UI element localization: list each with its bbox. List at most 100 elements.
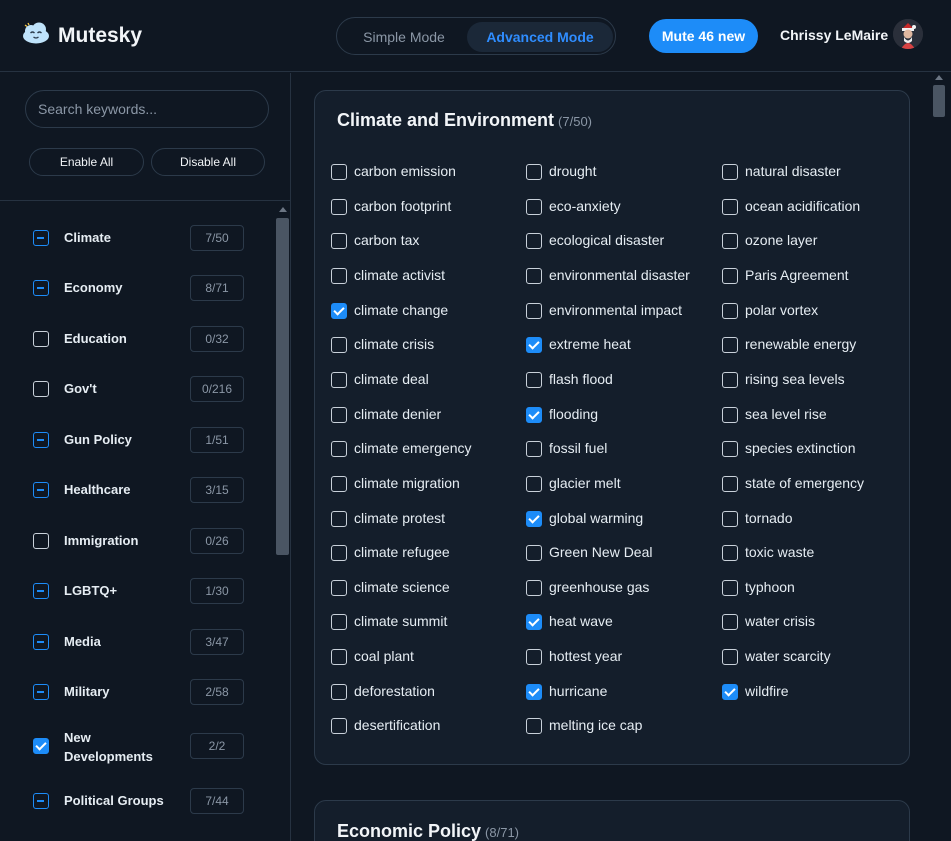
keyword-checkbox[interactable] bbox=[331, 337, 347, 353]
keyword-checkbox[interactable] bbox=[722, 199, 738, 215]
keyword-option[interactable]: toxic waste bbox=[722, 543, 907, 563]
keyword-option[interactable]: tornado bbox=[722, 509, 907, 529]
keyword-option[interactable]: deforestation bbox=[331, 682, 516, 702]
keyword-option[interactable]: extreme heat bbox=[526, 335, 711, 355]
keyword-checkbox[interactable] bbox=[722, 268, 738, 284]
keyword-option[interactable]: melting ice cap bbox=[526, 716, 711, 736]
keyword-checkbox[interactable] bbox=[331, 372, 347, 388]
category-item[interactable]: Political Groups 7/44 bbox=[0, 776, 276, 826]
keyword-option[interactable]: water crisis bbox=[722, 612, 907, 632]
category-item[interactable]: New Developments 2/2 bbox=[0, 721, 276, 771]
keyword-checkbox[interactable] bbox=[526, 337, 542, 353]
keyword-checkbox[interactable] bbox=[331, 268, 347, 284]
mute-new-button[interactable]: Mute 46 new bbox=[649, 19, 758, 53]
keyword-option[interactable]: eco-anxiety bbox=[526, 197, 711, 217]
category-checkbox[interactable] bbox=[33, 230, 49, 246]
keyword-option[interactable]: renewable energy bbox=[722, 335, 907, 355]
category-checkbox[interactable] bbox=[33, 482, 49, 498]
keyword-checkbox[interactable] bbox=[526, 372, 542, 388]
keyword-checkbox[interactable] bbox=[722, 337, 738, 353]
keyword-checkbox[interactable] bbox=[722, 407, 738, 423]
category-item[interactable]: Gun Policy 1/51 bbox=[0, 415, 276, 465]
category-item[interactable]: Healthcare 3/15 bbox=[0, 465, 276, 515]
keyword-checkbox[interactable] bbox=[331, 441, 347, 457]
category-checkbox[interactable] bbox=[33, 793, 49, 809]
keyword-option[interactable]: species extinction bbox=[722, 439, 907, 459]
category-item[interactable]: LGBTQ+ 1/30 bbox=[0, 566, 276, 616]
keyword-checkbox[interactable] bbox=[722, 476, 738, 492]
keyword-checkbox[interactable] bbox=[526, 614, 542, 630]
keyword-option[interactable]: greenhouse gas bbox=[526, 578, 711, 598]
scroll-up-arrow-icon[interactable] bbox=[279, 207, 287, 212]
keyword-option[interactable]: climate migration bbox=[331, 474, 516, 494]
keyword-option[interactable]: desertification bbox=[331, 716, 516, 736]
keyword-option[interactable]: environmental disaster bbox=[526, 266, 711, 286]
keyword-option[interactable]: global warming bbox=[526, 509, 711, 529]
keyword-option[interactable]: flash flood bbox=[526, 370, 711, 390]
category-item[interactable]: Immigration 0/26 bbox=[0, 516, 276, 566]
keyword-option[interactable]: climate deal bbox=[331, 370, 516, 390]
keyword-checkbox[interactable] bbox=[331, 614, 347, 630]
keyword-option[interactable]: typhoon bbox=[722, 578, 907, 598]
keyword-option[interactable]: ozone layer bbox=[722, 231, 907, 251]
keyword-checkbox[interactable] bbox=[722, 614, 738, 630]
keyword-option[interactable]: hurricane bbox=[526, 682, 711, 702]
keyword-checkbox[interactable] bbox=[722, 233, 738, 249]
keyword-checkbox[interactable] bbox=[331, 303, 347, 319]
keyword-option[interactable]: rising sea levels bbox=[722, 370, 907, 390]
search-keywords-input[interactable] bbox=[25, 90, 269, 128]
keyword-option[interactable]: climate emergency bbox=[331, 439, 516, 459]
keyword-option[interactable]: climate activist bbox=[331, 266, 516, 286]
keyword-checkbox[interactable] bbox=[331, 580, 347, 596]
keyword-checkbox[interactable] bbox=[722, 303, 738, 319]
keyword-checkbox[interactable] bbox=[722, 684, 738, 700]
keyword-option[interactable]: Paris Agreement bbox=[722, 266, 907, 286]
keyword-option[interactable]: climate denier bbox=[331, 405, 516, 425]
category-checkbox[interactable] bbox=[33, 738, 49, 754]
keyword-option[interactable]: fossil fuel bbox=[526, 439, 711, 459]
keyword-checkbox[interactable] bbox=[722, 372, 738, 388]
category-checkbox[interactable] bbox=[33, 381, 49, 397]
keyword-checkbox[interactable] bbox=[331, 233, 347, 249]
keyword-option[interactable]: coal plant bbox=[331, 647, 516, 667]
main-scroll-thumb[interactable] bbox=[933, 85, 945, 117]
keyword-checkbox[interactable] bbox=[331, 199, 347, 215]
keyword-checkbox[interactable] bbox=[331, 545, 347, 561]
disable-all-button[interactable]: Disable All bbox=[151, 148, 265, 176]
keyword-option[interactable]: Green New Deal bbox=[526, 543, 711, 563]
keyword-option[interactable]: state of emergency bbox=[722, 474, 907, 494]
keyword-checkbox[interactable] bbox=[331, 476, 347, 492]
keyword-option[interactable]: climate refugee bbox=[331, 543, 516, 563]
keyword-checkbox[interactable] bbox=[526, 268, 542, 284]
category-checkbox[interactable] bbox=[33, 684, 49, 700]
keyword-checkbox[interactable] bbox=[331, 511, 347, 527]
category-item[interactable]: Economy 8/71 bbox=[0, 263, 276, 313]
keyword-checkbox[interactable] bbox=[526, 407, 542, 423]
keyword-option[interactable]: climate protest bbox=[331, 509, 516, 529]
keyword-option[interactable]: carbon footprint bbox=[331, 197, 516, 217]
category-item[interactable]: Education 0/32 bbox=[0, 314, 276, 364]
keyword-option[interactable]: glacier melt bbox=[526, 474, 711, 494]
category-item[interactable]: Gov't 0/216 bbox=[0, 364, 276, 414]
keyword-option[interactable]: carbon tax bbox=[331, 231, 516, 251]
enable-all-button[interactable]: Enable All bbox=[29, 148, 144, 176]
keyword-checkbox[interactable] bbox=[526, 718, 542, 734]
category-checkbox[interactable] bbox=[33, 331, 49, 347]
keyword-checkbox[interactable] bbox=[331, 649, 347, 665]
app-logo[interactable]: Mutesky bbox=[22, 22, 142, 49]
keyword-option[interactable]: climate change bbox=[331, 301, 516, 321]
keyword-option[interactable]: climate crisis bbox=[331, 335, 516, 355]
keyword-checkbox[interactable] bbox=[722, 580, 738, 596]
keyword-checkbox[interactable] bbox=[526, 164, 542, 180]
simple-mode-button[interactable]: Simple Mode bbox=[341, 22, 467, 52]
category-checkbox[interactable] bbox=[33, 634, 49, 650]
keyword-checkbox[interactable] bbox=[722, 441, 738, 457]
keyword-option[interactable]: carbon emission bbox=[331, 162, 516, 182]
keyword-option[interactable]: water scarcity bbox=[722, 647, 907, 667]
keyword-checkbox[interactable] bbox=[331, 684, 347, 700]
keyword-option[interactable]: ocean acidification bbox=[722, 197, 907, 217]
keyword-option[interactable]: flooding bbox=[526, 405, 711, 425]
keyword-checkbox[interactable] bbox=[722, 649, 738, 665]
keyword-checkbox[interactable] bbox=[331, 164, 347, 180]
advanced-mode-button[interactable]: Advanced Mode bbox=[467, 22, 613, 52]
